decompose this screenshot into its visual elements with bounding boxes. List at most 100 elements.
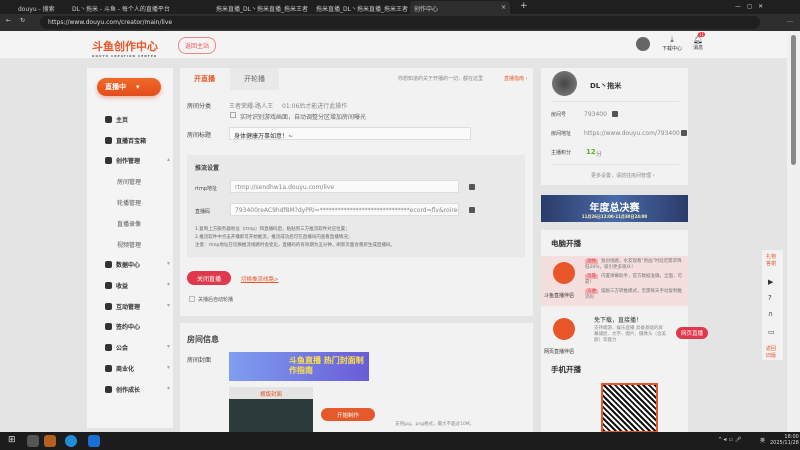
room-title-input[interactable]: 身体健康万事如意！~ <box>229 127 471 140</box>
sidebar-item[interactable]: 商业化 ▾ <box>105 364 170 373</box>
push-title: 推流设置 <box>195 165 220 172</box>
event-banner[interactable]: 年度总决赛 11月26日12:00-11月30日24:00 <box>541 195 688 222</box>
switch-line-link[interactable]: 切换推流线路> <box>241 275 279 283</box>
score-label: 主播积分 <box>551 150 572 156</box>
edge-icon[interactable] <box>65 435 77 447</box>
feature-item: 流畅 独创线路，水友观看"原画"时延迟需求降低20%，吸引更多观众！ <box>585 259 682 270</box>
help-icon[interactable]: ? <box>768 294 772 302</box>
sidebar-item[interactable]: 创作管理 ▴ <box>105 156 170 165</box>
printer-icon[interactable]: ▭ <box>768 328 775 336</box>
sidebar-item-label: 创作成长 <box>116 387 141 394</box>
video-icon[interactable]: ▶ <box>768 278 773 286</box>
companion-logo-icon <box>553 262 575 284</box>
taskbar-app-icon[interactable] <box>44 435 56 447</box>
stream-key-input[interactable]: 793400reAC9hdf8M?dyPRI=*****************… <box>230 203 459 216</box>
companion-app[interactable]: 斗鱼直播伴侣 流畅 独创线路，水友观看"原画"时延迟需求降低20%，吸引更多观众！… <box>541 256 688 306</box>
avatar[interactable] <box>636 37 650 51</box>
browser-tab-active[interactable]: 创作中心 × <box>410 1 510 14</box>
window-controls[interactable]: — ▢ ✕ <box>735 3 763 10</box>
download-icon: ⤓ <box>670 35 674 44</box>
browser-tab[interactable]: 拖米直播_DL丶拖米直播_拖米王者 <box>312 1 408 14</box>
rtmp-input[interactable]: rtmp://sendhw1a.douyu.com/live <box>230 180 459 193</box>
chevron-icon: ▾ <box>167 281 171 288</box>
tray-icons[interactable]: ^ 🔊︎ ▭ 🎤︎ <box>718 437 741 443</box>
browser-tab[interactable]: DL丶拖米 - 斗鱼 - 每个人的直播平台 <box>70 1 208 14</box>
web-live-button[interactable]: 网页直播 <box>676 327 708 339</box>
ime-indicator[interactable]: 英 <box>760 437 765 444</box>
download-center[interactable]: ⤓ 下载中心 <box>662 35 682 52</box>
avatar <box>552 71 577 96</box>
gift-thanks-button[interactable]: 礼物答谢 <box>766 253 779 267</box>
taskbar-app-icon[interactable] <box>27 435 39 447</box>
browser-tab-bar: douyu - 搜索 DL丶拖米 - 斗鱼 - 每个人的直播平台 拖米直播_DL… <box>0 0 800 14</box>
taskbar-app-icon[interactable] <box>88 435 100 447</box>
room-info-card: 房间信息 房间封面 斗鱼直播 热门封面制作指南 横版封面 开始制作 支持jpg、… <box>180 323 533 433</box>
address-bar-row: ← ↻ https://www.douyu.com/creator/main/l… <box>0 14 800 31</box>
sidebar-item[interactable]: 创作成长 ▾ <box>105 385 170 394</box>
clock[interactable]: 18:00 2025/11/28 <box>770 434 799 446</box>
more-icon[interactable]: … <box>787 17 793 24</box>
auto-detect-label: 实时识别游戏画面，自动调整分区增加房间曝光 <box>240 114 367 121</box>
key-label: 直播码 <box>195 209 211 215</box>
nav-icon <box>105 282 112 289</box>
sidebar-item[interactable]: 主页 <box>105 115 128 124</box>
sidebar-item[interactable]: 直播录像 <box>117 219 141 228</box>
tab-live[interactable]: 开直播 <box>180 68 229 90</box>
back-to-main-button[interactable]: 返回主站 <box>178 37 217 54</box>
nav-icon <box>105 303 112 310</box>
auto-loop-checkbox[interactable] <box>189 296 195 302</box>
mobile-live-title: 手机开播 <box>551 365 581 374</box>
messages[interactable]: 🔔︎ 消息 11 <box>693 32 706 51</box>
sidebar-item[interactable]: 房间管理 <box>117 177 141 186</box>
sidebar-item-label: 创作管理 <box>116 158 141 165</box>
guide-link[interactable]: 直播指南 › <box>504 75 528 82</box>
tab-title: 创作中心 <box>414 6 439 13</box>
new-tab-button[interactable]: + <box>520 1 528 11</box>
sidebar-item[interactable]: 签约中心 <box>105 322 140 331</box>
copy-icon[interactable] <box>681 130 687 136</box>
live-status-button[interactable]: 直播中 ▾ <box>97 78 161 96</box>
web-companion-logo-icon <box>553 318 575 340</box>
sidebar-item[interactable]: 收益 ▾ <box>105 281 170 290</box>
sidebar-item-label: 轮播管理 <box>117 200 142 207</box>
sidebar-item-label: 数据中心 <box>116 262 141 269</box>
windows-start-icon[interactable]: ⊞ <box>8 435 16 445</box>
rtmp-label: rtmp地址 <box>195 186 218 192</box>
sidebar-item-label: 公会 <box>116 345 129 352</box>
sidebar-item[interactable]: 公会 ▾ <box>105 343 170 352</box>
back-old-version-button[interactable]: 返回旧版 <box>766 345 779 359</box>
sidebar-item[interactable]: 直播百宝箱 <box>105 136 146 145</box>
more-settings-link[interactable]: 更多设置，请前往房间管理 › <box>591 172 655 179</box>
cover-label: 房间封面 <box>187 357 212 364</box>
cover-guide-banner[interactable]: 斗鱼直播 热门封面制作指南 <box>229 352 369 381</box>
chevron-icon: ▴ <box>167 156 171 163</box>
cover-thumbnail[interactable] <box>229 399 313 433</box>
back-icon[interactable]: ← <box>6 17 11 24</box>
headset-icon[interactable]: ∩ <box>768 310 773 318</box>
sidebar-item[interactable]: 互动管理 ▾ <box>105 302 170 311</box>
start-make-button[interactable]: 开始制作 <box>321 408 375 421</box>
copy-icon[interactable] <box>469 184 475 190</box>
copy-icon[interactable] <box>469 207 475 213</box>
category-label: 房间分类 <box>187 103 212 110</box>
landscape-cover-label: 横版封面 <box>229 387 313 399</box>
copy-icon[interactable] <box>612 111 618 117</box>
close-live-button[interactable]: 关闭直播 <box>187 271 231 285</box>
tab-loop[interactable]: 开轮播 <box>230 68 279 90</box>
browser-tab[interactable]: douyu - 搜索 <box>14 1 68 14</box>
auto-loop-label: 关播后自动轮播 <box>198 297 234 303</box>
profile-card: DL丶拖米 房间号 793400 房间地址 https://www.douyu.… <box>541 68 688 185</box>
scrollbar[interactable] <box>787 31 800 432</box>
refresh-icon[interactable]: ↻ <box>20 17 25 24</box>
logo[interactable]: 斗鱼创作中心 DOUYU CREATION CENTER <box>92 38 158 58</box>
sidebar-item[interactable]: 轮播管理 <box>117 198 141 207</box>
page-header: 斗鱼创作中心 DOUYU CREATION CENTER 返回主站 ⤓ 下载中心 🔔… <box>0 31 787 58</box>
room-info-title: 房间信息 <box>187 335 219 344</box>
browser-tab[interactable]: 拖米直播_DL丶拖米直播_拖米王者 <box>212 1 308 14</box>
auto-detect-checkbox[interactable] <box>230 112 236 118</box>
score-value: 12 <box>586 148 596 156</box>
sidebar-item[interactable]: 视频管理 <box>117 240 141 249</box>
nav-icon <box>105 386 112 393</box>
sidebar-item[interactable]: 数据中心 ▾ <box>105 260 170 269</box>
url-input[interactable]: https://www.douyu.com/creator/main/live <box>40 16 760 29</box>
